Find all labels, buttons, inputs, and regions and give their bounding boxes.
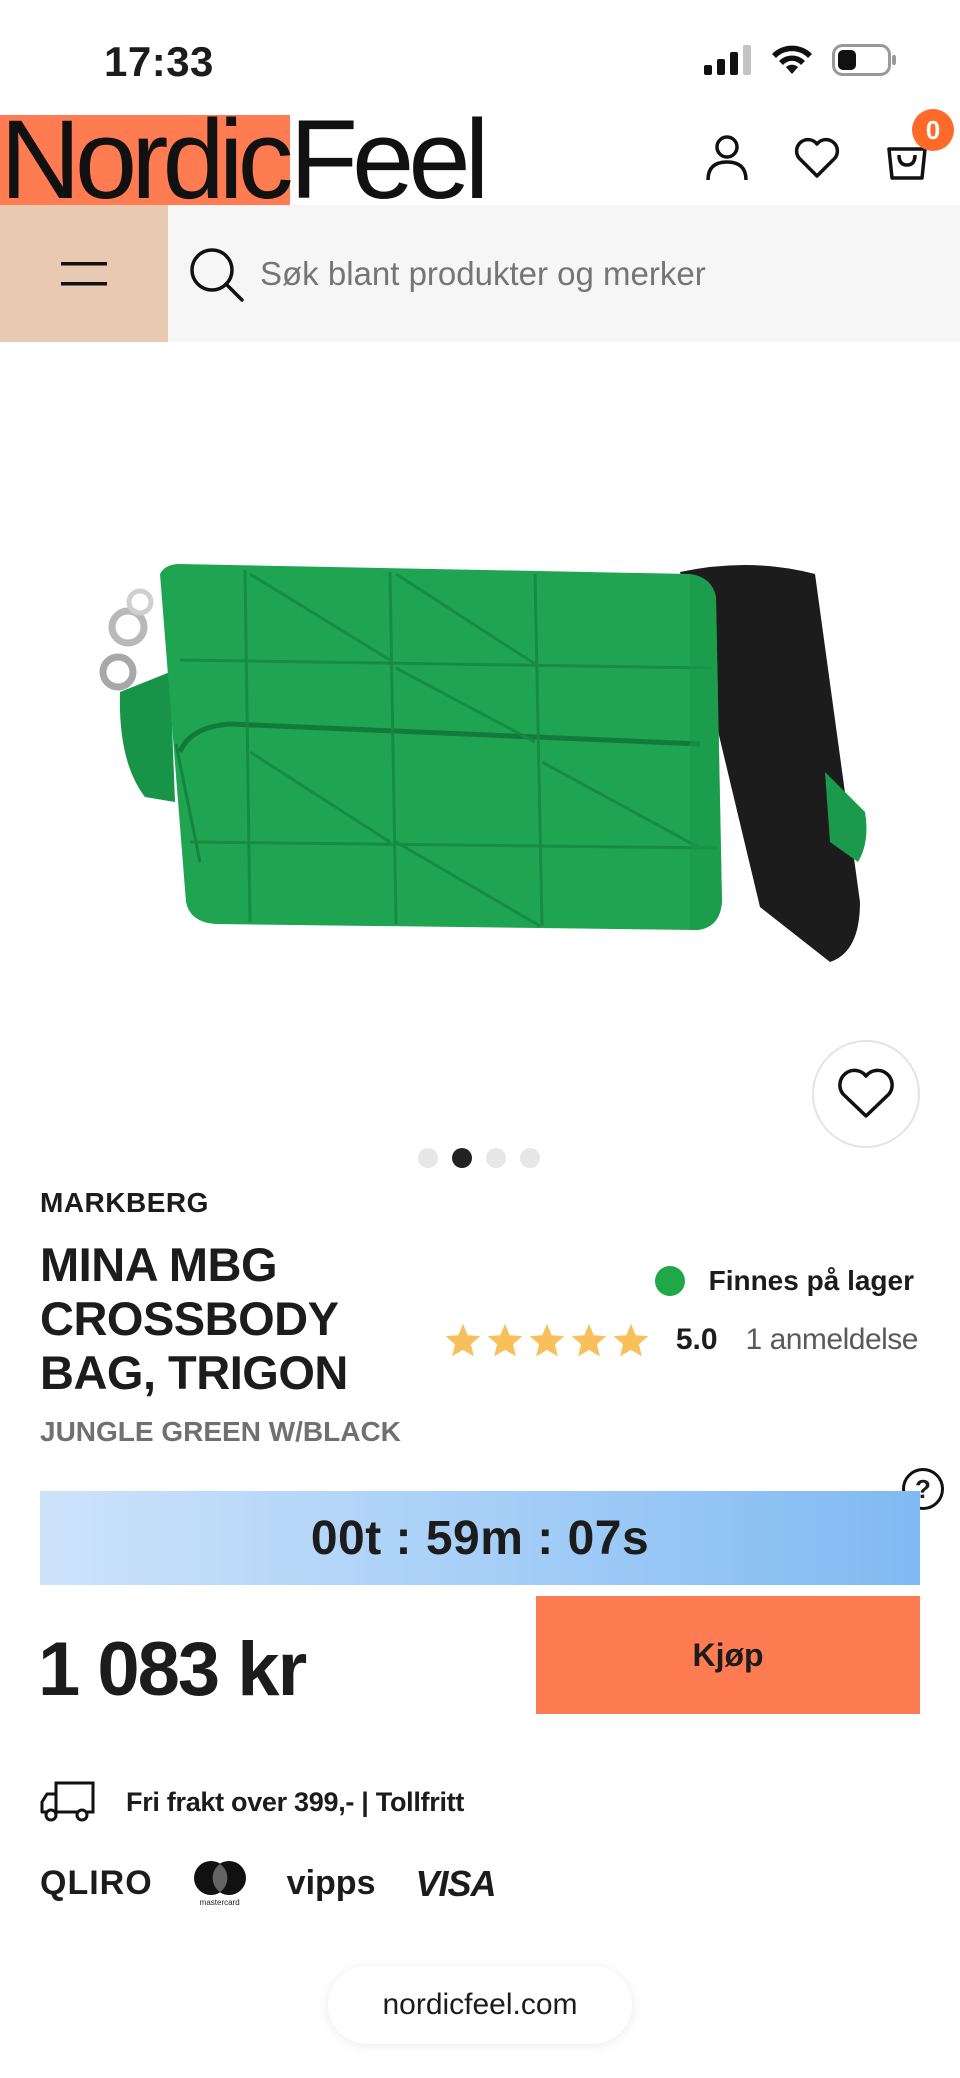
status-icons [704, 44, 898, 76]
search-input[interactable] [260, 254, 960, 293]
battery-icon [832, 44, 896, 76]
star-icon [529, 1323, 565, 1357]
rating-value: 5.0 [675, 1323, 718, 1356]
mastercard-logo: mastercard [193, 1860, 247, 1907]
buy-button[interactable]: Kjøp [536, 1596, 920, 1714]
stock-dot [654, 1266, 685, 1296]
logo-nordic: Nordic [0, 115, 294, 205]
gallery-dot[interactable] [418, 1148, 438, 1168]
header-icons: 0 [702, 109, 954, 183]
account-button[interactable] [702, 133, 752, 183]
header: NordicFeel 0 [0, 109, 960, 205]
rating[interactable]: 5.0 1 anmeldelse [444, 1322, 919, 1358]
product-variant: JUNGLE GREEN W/BLACK [40, 1416, 401, 1447]
cart-count-badge: 0 [912, 109, 954, 151]
hamburger-icon [61, 261, 107, 285]
search-box[interactable] [168, 205, 960, 342]
cart-button[interactable]: 0 [882, 109, 954, 183]
wishlist-button[interactable] [792, 133, 842, 183]
search-row [0, 205, 960, 342]
star-icon [487, 1323, 523, 1357]
rating-stars [444, 1322, 650, 1358]
product-brand[interactable]: MARKBERG [40, 1187, 209, 1219]
gallery-dot[interactable] [486, 1148, 506, 1168]
product-title: MINA MBG CROSSBODY BAG, TRIGON [40, 1238, 348, 1399]
gallery-dot-active[interactable] [452, 1148, 472, 1168]
search-icon [190, 247, 244, 302]
mastercard-icon [193, 1861, 246, 1895]
product-bag-image [99, 564, 867, 962]
logo-feel: Feel [289, 115, 484, 205]
gallery-dots [418, 1148, 540, 1168]
status-time: 17:33 [104, 38, 214, 85]
payment-methods: QLIRO mastercard vipps VISA [40, 1860, 497, 1907]
visa-logo: VISA [415, 1862, 496, 1904]
wifi-icon [772, 45, 812, 74]
countdown-timer: 00t : 59m : 07s [40, 1491, 920, 1585]
vipps-logo: vipps [286, 1864, 376, 1902]
mastercard-text: mastercard [199, 1898, 240, 1907]
product-price: 1 083 kr [38, 1627, 307, 1712]
account-icon [706, 135, 748, 181]
stock-text: Finnes på lager [708, 1265, 914, 1296]
heart-icon [794, 137, 840, 178]
browser-url-bar[interactable]: nordicfeel.com [328, 1966, 632, 2044]
status-bar: 17:33 [0, 0, 960, 115]
rating-count[interactable]: 1 anmeldelse [746, 1323, 919, 1357]
gallery-dot[interactable] [520, 1148, 540, 1168]
heart-icon [838, 1068, 894, 1118]
menu-button[interactable] [0, 205, 168, 342]
star-icon [571, 1323, 607, 1357]
star-icon [613, 1323, 649, 1357]
stock-status: Finnes på lager [654, 1265, 914, 1297]
qliro-logo: QLIRO [40, 1864, 153, 1902]
star-icon [445, 1323, 481, 1357]
product-image[interactable] [0, 342, 960, 1122]
delivery-truck-icon [40, 1781, 95, 1822]
shipping-info: Fri frakt over 399,- | Tollfritt [40, 1780, 464, 1824]
signal-icon [704, 45, 751, 75]
logo[interactable]: NordicFeel [0, 115, 484, 205]
add-to-wishlist-button[interactable] [812, 1040, 920, 1148]
shipping-text: Fri frakt over 399,- | Tollfritt [126, 1786, 465, 1817]
